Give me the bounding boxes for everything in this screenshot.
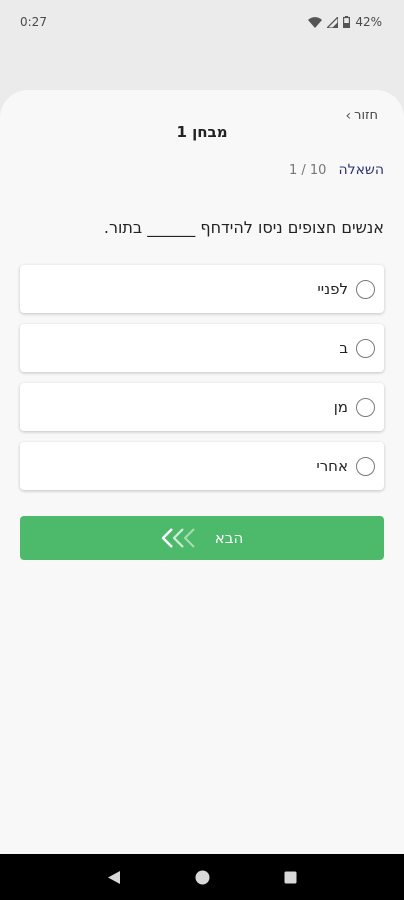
home-circle-icon: [195, 870, 209, 884]
radio-button[interactable]: [356, 279, 375, 299]
radio-button[interactable]: [356, 397, 375, 417]
answer-options: לפניי ב מן אחרי: [20, 265, 384, 501]
answer-option[interactable]: ב: [20, 324, 384, 372]
back-label: חזור: [354, 108, 378, 123]
question-progress: השאלה 1 / 10: [289, 162, 384, 178]
answer-option[interactable]: אחרי: [20, 442, 384, 490]
radio-button[interactable]: [356, 456, 375, 476]
status-bar: 0:27 42%: [0, 0, 404, 44]
navigation-bar: [0, 854, 404, 900]
app-screen: 0:27 42% ‹ חזור מבחן 1 השאלה 1 / 10 אנשי…: [0, 0, 404, 900]
question-counter: 1 / 10: [289, 162, 327, 178]
wifi-icon: [308, 16, 323, 28]
recents-square-icon: [284, 871, 296, 883]
next-button-label: הבא: [214, 529, 244, 547]
back-nav-button[interactable]: [102, 865, 126, 889]
quiz-sheet: ‹ חזור מבחן 1 השאלה 1 / 10 אנשים חצופים …: [0, 90, 404, 854]
back-button[interactable]: ‹ חזור: [346, 108, 378, 123]
next-button[interactable]: הבא: [20, 516, 384, 560]
signal-icon: [327, 16, 339, 28]
answer-option-label: מן: [333, 398, 348, 416]
answer-option[interactable]: מן: [20, 383, 384, 431]
question-label: השאלה: [338, 162, 384, 178]
battery-percent: 42%: [355, 15, 382, 29]
answer-option[interactable]: לפניי: [20, 265, 384, 313]
chevron-left-icon: ‹: [345, 107, 352, 124]
question-text: אנשים חצופים ניסו להידחף ______ בתור.: [103, 218, 384, 237]
triple-chevron-left-icon: [161, 528, 195, 548]
home-nav-button[interactable]: [190, 865, 214, 889]
battery-icon: [343, 16, 351, 28]
status-time: 0:27: [20, 15, 47, 29]
back-triangle-icon: [108, 870, 120, 884]
answer-option-label: לפניי: [317, 280, 348, 298]
page-title: מבחן 1: [176, 123, 228, 141]
radio-button[interactable]: [356, 338, 375, 358]
answer-option-label: ב: [339, 339, 348, 357]
recents-nav-button[interactable]: [278, 865, 302, 889]
status-icons: 42%: [308, 15, 382, 29]
answer-option-label: אחרי: [316, 457, 348, 475]
